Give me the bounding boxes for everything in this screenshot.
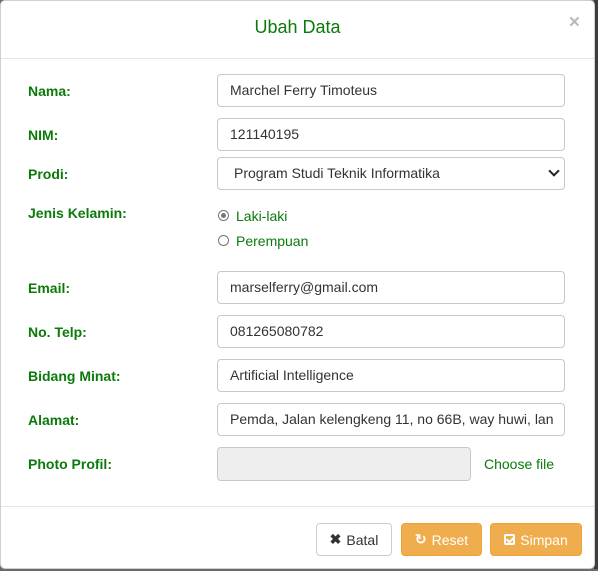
modal-title: Ubah Data: [254, 17, 341, 37]
choose-file-button[interactable]: Choose file: [484, 456, 554, 472]
alamat-input[interactable]: Pemda, Jalan kelengkeng 11, no 66B, way …: [217, 403, 565, 436]
prodi-selected-value: Program Studi Teknik Informatika: [234, 165, 440, 181]
radio-label: Perempuan: [236, 232, 309, 249]
nim-label: NIM:: [28, 127, 59, 143]
close-button[interactable]: ×: [569, 13, 580, 32]
prodi-label: Prodi:: [28, 166, 69, 182]
telp-label: No. Telp:: [28, 324, 87, 340]
nama-label: Nama:: [28, 83, 71, 99]
reset-label: Reset: [431, 531, 469, 548]
prodi-select[interactable]: Program Studi Teknik Informatika: [217, 157, 565, 190]
photo-profil-label: Photo Profil:: [28, 456, 112, 472]
file-input[interactable]: [217, 447, 471, 481]
nama-input[interactable]: Marchel Ferry Timoteus: [217, 74, 565, 107]
simpan-label: Simpan: [520, 531, 568, 548]
modal-header: Ubah Data ×: [1, 1, 594, 59]
chevron-down-icon: [548, 165, 560, 177]
edit-data-modal: Ubah Data × Nama: Marchel Ferry Timoteus…: [0, 0, 595, 569]
radio-button-checked[interactable]: [218, 210, 229, 221]
jenis-kelamin-radio-group: Laki-laki Perempuan: [218, 203, 308, 253]
email-label: Email:: [28, 280, 71, 296]
reset-button[interactable]: ↻ Reset: [401, 523, 482, 556]
bidang-minat-label: Bidang Minat:: [28, 368, 121, 384]
radio-label: Laki-laki: [236, 207, 288, 224]
modal-footer: ✖ Batal ↻ Reset Simpan: [1, 506, 594, 571]
jenis-kelamin-label: Jenis Kelamin:: [28, 205, 127, 221]
alamat-label: Alamat:: [28, 412, 80, 428]
radio-option-laki-laki[interactable]: Laki-laki: [218, 203, 308, 228]
simpan-button[interactable]: Simpan: [490, 523, 582, 556]
x-icon: ✖: [329, 531, 342, 547]
telp-input[interactable]: 081265080782: [217, 315, 565, 348]
check-square-icon: [504, 534, 516, 545]
batal-label: Batal: [346, 531, 379, 548]
email-input[interactable]: marselferry@gmail.com: [217, 271, 565, 304]
radio-option-perempuan[interactable]: Perempuan: [218, 228, 308, 253]
bidang-minat-input[interactable]: Artificial Intelligence: [217, 359, 565, 392]
batal-button[interactable]: ✖ Batal: [316, 523, 392, 556]
radio-button[interactable]: [218, 235, 229, 246]
nim-input[interactable]: 121140195: [217, 118, 565, 151]
refresh-icon: ↻: [414, 531, 427, 547]
